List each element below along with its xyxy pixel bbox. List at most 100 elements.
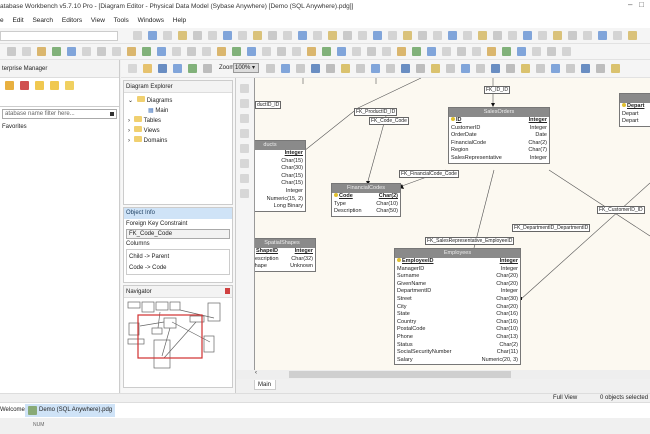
toolbar-button-icon[interactable] xyxy=(37,47,46,56)
toolbar-button-icon[interactable] xyxy=(388,31,397,40)
toolbar-button-icon[interactable] xyxy=(203,64,212,73)
toolbar-button-icon[interactable] xyxy=(598,31,607,40)
toolbar-button-icon[interactable] xyxy=(491,64,500,73)
toolbar-button-icon[interactable] xyxy=(277,47,286,56)
toolbar-button-icon[interactable] xyxy=(566,64,575,73)
toolbar-button-icon[interactable] xyxy=(208,31,217,40)
toolbar-button-icon[interactable] xyxy=(493,31,502,40)
toolbar-button-icon[interactable] xyxy=(478,31,487,40)
tree-item-main[interactable]: ▦ Main xyxy=(128,106,232,116)
toolbar-button-icon[interactable] xyxy=(178,31,187,40)
toolbar-button-icon[interactable] xyxy=(52,47,61,56)
toolbar-button-icon[interactable] xyxy=(521,64,530,73)
toolbar-button-icon[interactable] xyxy=(523,31,532,40)
tab-welcome[interactable]: Welcome xyxy=(0,407,25,413)
toolbar-button-icon[interactable] xyxy=(240,84,249,93)
toolbar-button-icon[interactable] xyxy=(341,64,350,73)
toolbar-button-icon[interactable] xyxy=(67,47,76,56)
toolbar-button-icon[interactable] xyxy=(517,47,526,56)
table-column-row[interactable]: GivenName Char(20) xyxy=(395,281,520,289)
toolbar-button-icon[interactable] xyxy=(232,47,241,56)
toolbar-button-icon[interactable] xyxy=(240,174,249,183)
table-column-row[interactable]: Region Char(7) xyxy=(449,147,549,155)
toolbar-button-icon[interactable] xyxy=(187,47,196,56)
toolbar-button-icon[interactable] xyxy=(148,31,157,40)
toolbar-button-icon[interactable] xyxy=(253,31,262,40)
foreign-key-label[interactable]: ductID_ID xyxy=(255,101,282,109)
close-icon[interactable] xyxy=(225,288,230,294)
table-column-row[interactable]: SalesRepresentative Integer xyxy=(449,155,549,163)
table-column-row[interactable]: ID Integer xyxy=(449,117,549,125)
toolbar-button-icon[interactable] xyxy=(581,64,590,73)
table-entity[interactable]: Depart Depart Depart xyxy=(619,93,650,127)
tab-main[interactable]: Main xyxy=(254,380,276,390)
menu-tools[interactable]: Tools xyxy=(114,17,129,24)
toolbar-button-icon[interactable] xyxy=(382,47,391,56)
toolbar-button-icon[interactable] xyxy=(463,31,472,40)
toolbar-button-icon[interactable] xyxy=(296,64,305,73)
toolbar-button-icon[interactable] xyxy=(128,64,137,73)
em-tab-strip[interactable] xyxy=(0,97,119,107)
toolbar-button-icon[interactable] xyxy=(373,31,382,40)
toolbar-button-icon[interactable] xyxy=(553,31,562,40)
menu-view[interactable]: View xyxy=(91,17,105,24)
toolbar-button-icon[interactable] xyxy=(173,64,182,73)
foreign-key-label[interactable]: FK_SalesRepresentative_EmployeeID xyxy=(425,237,515,245)
table-column-row[interactable]: ManagerID Integer xyxy=(395,266,520,274)
table-column-row[interactable]: Phone Char(13) xyxy=(395,334,520,342)
foreign-key-label[interactable]: FK_DepartmentID_DepartmentID xyxy=(512,224,591,232)
toolbar-button-icon[interactable] xyxy=(281,64,290,73)
toolbar-button-icon[interactable] xyxy=(356,64,365,73)
connection-dropdown[interactable] xyxy=(0,31,118,41)
scrollbar-thumb[interactable] xyxy=(289,371,511,378)
favorites-node[interactable]: Favorites xyxy=(0,121,119,130)
toolbar-button-icon[interactable] xyxy=(97,47,106,56)
toolbar-button-icon[interactable] xyxy=(292,47,301,56)
foreign-key-label[interactable]: FK_ProductID_ID xyxy=(354,108,398,116)
table-column-row[interactable]: City Char(20) xyxy=(395,304,520,312)
foreign-key-label[interactable]: FK_ID_ID xyxy=(484,86,510,94)
scroll-left-icon[interactable]: ‹ xyxy=(255,370,257,376)
toolbar-button-icon[interactable] xyxy=(508,31,517,40)
tree-item-diagrams[interactable]: ⌄ Diagrams xyxy=(128,96,232,106)
disconnect-icon[interactable] xyxy=(20,81,29,90)
toolbar-button-icon[interactable] xyxy=(142,47,151,56)
menu-search[interactable]: Search xyxy=(32,17,53,24)
foreign-key-label[interactable]: FK_CustomerID_ID xyxy=(597,206,645,214)
toolbar-button-icon[interactable] xyxy=(133,31,142,40)
toolbar-button-icon[interactable] xyxy=(562,47,571,56)
toolbar-button-icon[interactable] xyxy=(371,64,380,73)
table-column-row[interactable]: Status Char(2) xyxy=(395,342,520,350)
toolbar-button-icon[interactable] xyxy=(326,64,335,73)
toolbar-button-icon[interactable] xyxy=(283,31,292,40)
table-column-row[interactable]: Shape Unknown xyxy=(249,263,315,271)
toolbar-button-icon[interactable] xyxy=(266,64,275,73)
clear-filter-icon[interactable] xyxy=(110,112,114,116)
toolbar-button-icon[interactable] xyxy=(202,47,211,56)
toolbar-button-icon[interactable] xyxy=(82,47,91,56)
table-entity[interactable]: FinancialCodes Code Char(2) Type Char(10) Des… xyxy=(331,183,401,217)
toolbar-button-icon[interactable] xyxy=(397,47,406,56)
toolbar-button-icon[interactable] xyxy=(358,31,367,40)
diagram-canvas[interactable]: ducts Integer Char(15) Char(30) Char(15) Char… xyxy=(236,78,650,370)
table-column-row[interactable]: Depart xyxy=(620,111,650,119)
toolbar-button-icon[interactable] xyxy=(551,64,560,73)
toolbar-button-icon[interactable] xyxy=(172,47,181,56)
toolbar-button-icon[interactable] xyxy=(7,47,16,56)
toolbar-button-icon[interactable] xyxy=(412,47,421,56)
toolbar-button-icon[interactable] xyxy=(337,47,346,56)
folder-search-icon[interactable] xyxy=(50,81,59,90)
toolbar-button-icon[interactable] xyxy=(476,64,485,73)
toolbar-button-icon[interactable] xyxy=(223,31,232,40)
toolbar-button-icon[interactable] xyxy=(446,64,455,73)
toolbar-button-icon[interactable] xyxy=(611,64,620,73)
toolbar-button-icon[interactable] xyxy=(240,129,249,138)
toolbar-button-icon[interactable] xyxy=(418,31,427,40)
horizontal-scrollbar[interactable]: ‹ xyxy=(236,370,650,379)
menu-help[interactable]: Help xyxy=(173,17,186,24)
toolbar-button-icon[interactable] xyxy=(247,47,256,56)
toolbar-button-icon[interactable] xyxy=(127,47,136,56)
table-column-row[interactable]: Description Char(50) xyxy=(332,208,400,216)
table-column-row[interactable]: EmployeeID Integer xyxy=(395,258,520,266)
toolbar-button-icon[interactable] xyxy=(311,64,320,73)
